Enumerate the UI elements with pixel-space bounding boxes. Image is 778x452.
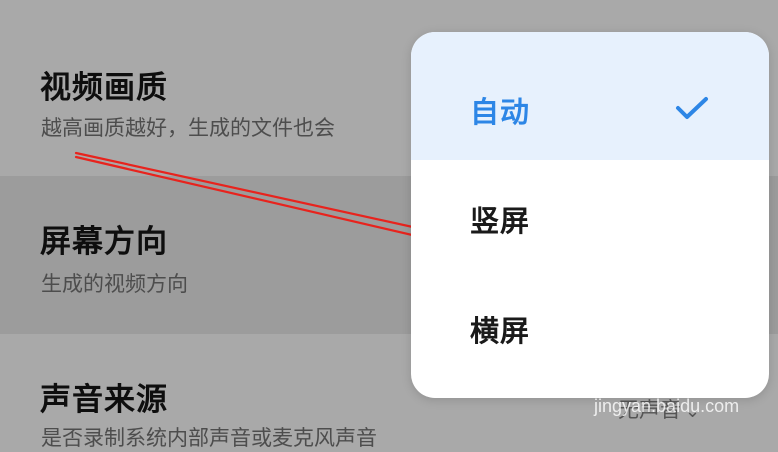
option-auto-label: 自动: [470, 95, 531, 129]
setting-subtitle-screen-orientation: 生成的视频方向: [41, 272, 188, 296]
setting-title-video-quality: 视频画质: [40, 70, 168, 106]
setting-title-screen-orientation: 屏幕方向: [40, 224, 168, 260]
watermark-url: jingyan.baidu.com: [594, 396, 740, 416]
option-landscape-label: 横屏: [470, 314, 531, 348]
baidu-jingyan-watermark: Bai 经验 jingyan.baidu.com: [594, 352, 764, 432]
option-portrait[interactable]: 竖屏: [411, 160, 769, 270]
setting-title-sound-source: 声音来源: [40, 382, 168, 418]
setting-subtitle-video-quality: 越高画质越好，生成的文件也会: [41, 116, 335, 140]
paw-icon: [653, 356, 684, 387]
orientation-dropdown-menu: 自动 竖屏 横屏: [411, 32, 769, 398]
check-icon: [676, 97, 708, 119]
watermark-logo-text: Bai: [594, 352, 641, 385]
option-auto[interactable]: 自动: [411, 32, 769, 160]
setting-subtitle-sound-source: 是否录制系统内部声音或麦克风声音: [41, 426, 377, 450]
watermark-suffix: 经验: [694, 364, 747, 394]
option-portrait-label: 竖屏: [470, 204, 531, 238]
